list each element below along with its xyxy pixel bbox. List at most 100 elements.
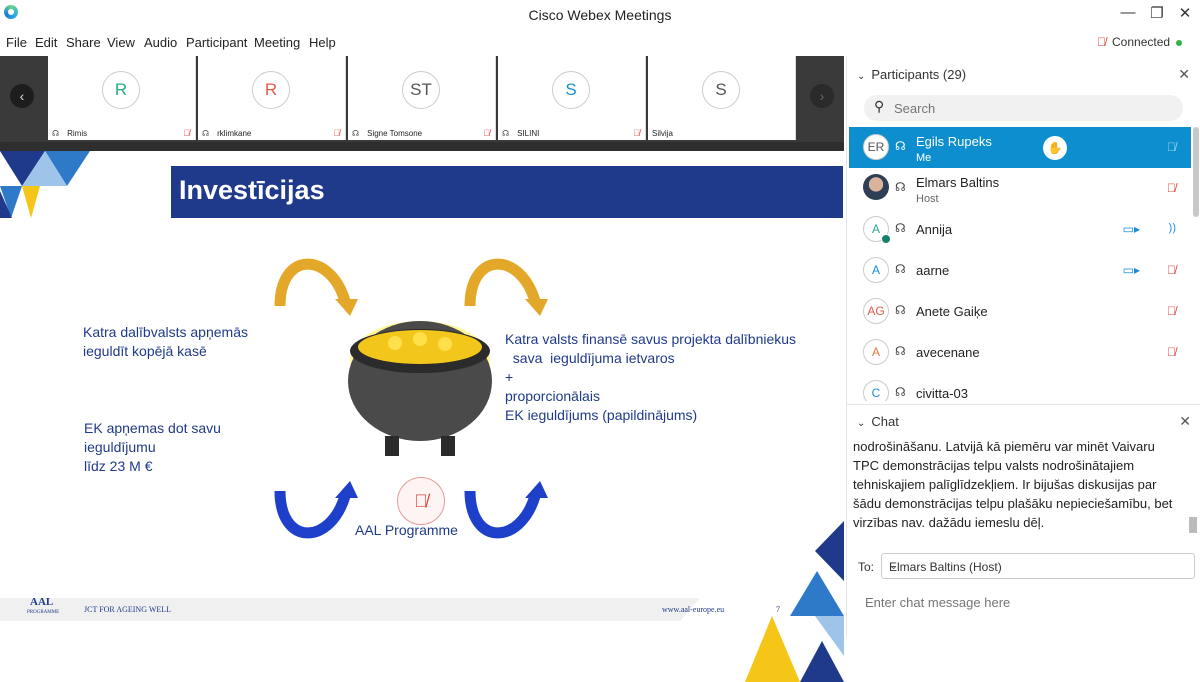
slide-title-band: Investīcijas [171,166,843,218]
aal-footer-logo: AAL [30,596,54,608]
muted-mic-icon: 🎙̸ [183,128,190,138]
speaking-icon: )) [1168,222,1176,234]
thumbnail-name: ☊ Rimis [52,129,88,138]
participant-row[interactable]: A ☊ aarne ▭▸ 🎙̸ [849,250,1191,291]
headset-icon: ☊ [895,262,906,276]
muted-mic-icon: 🎙̸ [333,128,340,138]
close-chat-button[interactable]: ✕ [1179,413,1191,430]
chat-scrollbar[interactable] [1189,517,1197,533]
muted-mic-icon[interactable]: 🎙̸ [1167,263,1176,277]
avatar: R [102,71,140,109]
avatar: S [702,71,740,109]
thumbnail-name: ☊ SILINI [502,129,540,138]
participant-name: Annija [916,222,953,237]
search-input[interactable] [894,99,1174,117]
menu-audio[interactable]: Audio [144,35,177,50]
muted-mic-icon[interactable]: 🎙̸ [1167,140,1176,154]
restore-button[interactable]: ❐ [1142,4,1172,22]
slide-text-left-top: Katra dalībvalsts apņemās ieguldīt kopēj… [83,324,248,359]
raise-hand-icon[interactable]: ✋ [1043,136,1067,160]
chat-header[interactable]: ⌄ Chat ✕ [847,404,1200,434]
avatar: A [863,339,889,365]
chat-title: Chat [871,414,899,429]
pot-of-gold-icon [348,321,492,456]
muted-mic-icon: 🎙̸ [1097,35,1106,49]
participants-header[interactable]: ⌄ Participants (29) [857,67,966,82]
avatar: ER [863,134,889,160]
video-thumbnail-strip: ‹ R ☊ Rimis 🎙̸ R ☊ rklimkane 🎙̸ ST ☊ Signe … [0,56,844,142]
headset-icon: ☊ [895,221,906,235]
close-participants-button[interactable]: ✕ [1178,66,1190,83]
participant-row[interactable]: C ☊ civitta-03 [849,373,1191,401]
headset-icon: ☊ [895,303,906,317]
menu-edit[interactable]: Edit [35,35,57,50]
muted-mic-icon[interactable]: 🎙̸ [1167,181,1176,195]
muted-mic-icon[interactable]: 🎙̸ [1167,345,1176,359]
avatar: ST [402,71,440,109]
menu-participant[interactable]: Participant [186,35,247,50]
menu-meeting[interactable]: Meeting [254,35,300,50]
slide-title: Investīcijas [179,175,325,205]
avatar: AG [863,298,889,324]
participant-name: Elmars Baltins [916,175,1000,190]
thumbnails-next-button[interactable]: › [810,84,834,108]
video-camera-icon[interactable]: ▭▸ [1123,263,1140,277]
presence-icon [881,234,891,244]
slide-page-number: 7 [776,605,780,614]
search-icon: ⚲ [874,98,885,114]
video-thumbnail[interactable]: ST ☊ Signe Tomsone 🎙̸ [348,56,496,140]
avatar: C [863,380,889,401]
close-window-button[interactable]: ✕ [1170,4,1200,22]
participant-row[interactable]: ER ☊ Egils Rupeks Me ✋ 🎙̸ [849,127,1191,168]
chat-input[interactable] [865,592,1185,612]
participant-name: Egils Rupeks [916,134,992,149]
chevron-down-icon: ⌄ [889,560,899,572]
thumbnail-name: ☊ Signe Tomsone [352,129,423,138]
avatar: S [552,71,590,109]
headset-icon: ☊ [895,139,906,153]
video-camera-icon[interactable]: ▭▸ [1123,222,1140,236]
footer-url: www.aal-europe.eu [662,605,725,614]
menu-file[interactable]: File [6,35,27,50]
participant-list-scrollbar[interactable] [1193,127,1199,217]
menu-help[interactable]: Help [309,35,336,50]
video-thumbnail[interactable]: R ☊ rklimkane 🎙̸ [198,56,346,140]
video-thumbnail[interactable]: R ☊ Rimis 🎙̸ [48,56,196,140]
menu-view[interactable]: View [107,35,135,50]
headset-icon: ☊ [502,129,510,138]
slide-text-right: Katra valsts finansē savus projekta dalī… [505,331,797,423]
chat-to-label: To: [858,560,875,574]
muted-mic-icon: 🎙̸ [633,128,640,138]
participant-name: Anete Gaiķe [916,304,988,319]
menu-share[interactable]: Share [66,35,101,50]
headset-icon: ☊ [352,129,360,138]
minimize-button[interactable]: — [1113,4,1143,21]
participant-search[interactable]: ⚲ [864,95,1183,121]
headset-icon: ☊ [202,129,210,138]
participant-row[interactable]: A ☊ avecenane 🎙̸ [849,332,1191,373]
thumbnails-prev-button[interactable]: ‹ [10,84,34,108]
mute-microphone-button[interactable]: 🎙̸ [397,477,445,525]
thumbnail-name: Silvija [652,129,673,138]
video-thumbnail[interactable]: S ☊ SILINI 🎙̸ [498,56,646,140]
participant-row[interactable]: AG ☊ Anete Gaiķe 🎙̸ [849,291,1191,332]
meeting-stage: ‹ R ☊ Rimis 🎙̸ R ☊ rklimkane 🎙̸ ST ☊ Signe … [0,56,844,682]
title-bar: Cisco Webex Meetings — ❐ ✕ [0,0,1200,30]
slide-text-left-bottom: EK apņemas dot savu ieguldījumu līdz 23 … [84,420,221,474]
participant-role: Host [916,193,939,205]
headset-icon: ☊ [895,344,906,358]
side-panel: ⌄Participants (29) ✕ ⚲ ER ☊ Egils Rupeks… [846,56,1200,637]
thumbnail-name: ☊ rklimkane [202,129,252,138]
avatar: A [863,257,889,283]
muted-mic-icon[interactable]: 🎙̸ [1167,304,1176,318]
menu-bar: File Edit Share View Audio Participant M… [0,32,1200,54]
chat-recipient-select[interactable]: Elmars Baltins (Host) ⌄ [881,553,1195,579]
participant-row[interactable]: A ☊ Annija ▭▸ )) [849,209,1191,250]
participant-list: ER ☊ Egils Rupeks Me ✋ 🎙̸ ☊ Elmars Balti… [847,127,1191,401]
participant-name: civitta-03 [916,386,969,401]
headset-icon: ☊ [895,180,906,194]
window-title: Cisco Webex Meetings [528,7,672,23]
aal-footer-logo-sub: PROGRAMME [27,610,60,615]
participant-row[interactable]: ☊ Elmars Baltins Host 🎙̸ [849,168,1191,209]
video-thumbnail[interactable]: S Silvija [648,56,796,140]
